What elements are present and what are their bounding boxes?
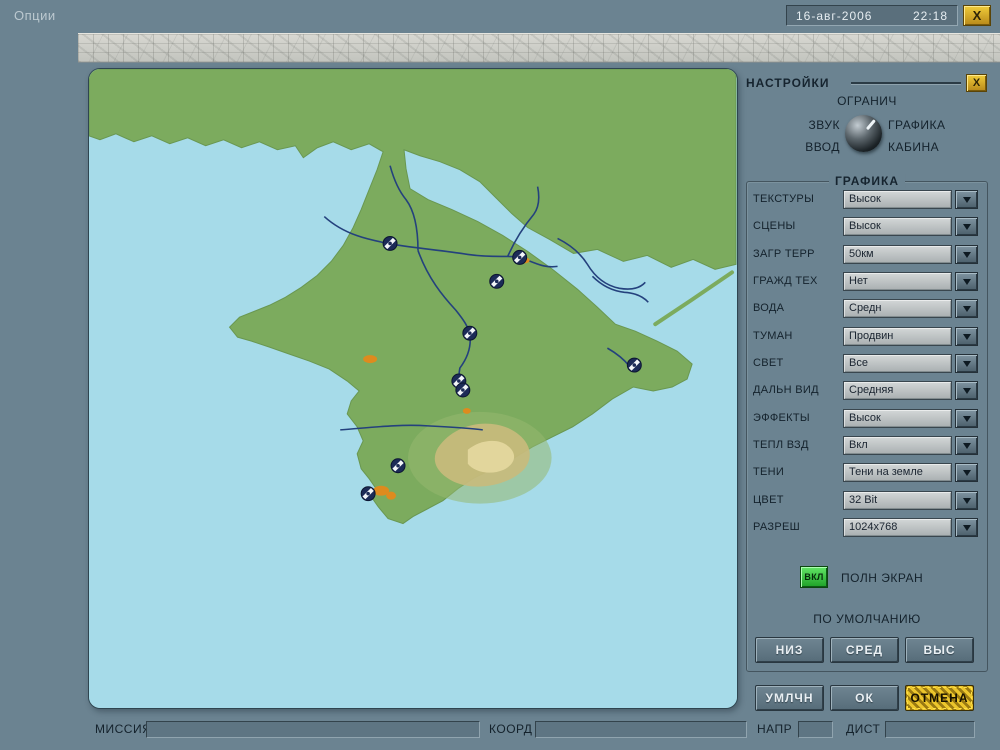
category-knob[interactable] xyxy=(845,115,882,152)
mission-input[interactable] xyxy=(146,721,480,738)
chevron-down-icon[interactable] xyxy=(955,327,978,346)
chevron-down-icon[interactable] xyxy=(955,190,978,209)
graphics-group-title: ГРАФИКА xyxy=(829,174,905,188)
chevron-down-icon[interactable] xyxy=(955,299,978,318)
settings-header-rule xyxy=(851,82,961,84)
fullscreen-label: ПОЛН ЭКРАН xyxy=(841,571,923,585)
dropdown-value[interactable]: Тени на земле xyxy=(843,463,952,482)
knob-option-limits[interactable]: ОГРАНИЧ xyxy=(746,94,988,108)
date-text: 16-авг-2006 xyxy=(796,9,872,23)
time-text: 22:18 xyxy=(913,9,948,23)
distance-label: ДИСТ xyxy=(846,722,880,736)
close-button[interactable]: X xyxy=(963,5,991,26)
option-label: ЭФФЕКТЫ xyxy=(753,412,810,424)
dropdown-value[interactable]: 32 Bit xyxy=(843,491,952,510)
option-label: ВОДА xyxy=(753,302,784,314)
dropdown-value[interactable]: Высок xyxy=(843,217,952,236)
defaults-button[interactable]: УМЛЧН xyxy=(755,685,824,711)
option-label: ТЕКСТУРЫ xyxy=(753,193,814,205)
option-row-heat-haze: ТЕПЛ ВЗД Вкл xyxy=(746,436,988,455)
defaults-label: ПО УМОЛЧАНИЮ xyxy=(746,612,988,626)
crimea-map xyxy=(89,69,737,708)
airfield-marker xyxy=(490,274,504,288)
option-row-water: ВОДА Средн xyxy=(746,299,988,318)
airfield-marker xyxy=(391,459,405,473)
settings-header: НАСТРОЙКИ xyxy=(746,76,829,90)
option-row-scenes: СЦЕНЫ Высок xyxy=(746,217,988,236)
option-label: ЦВЕТ xyxy=(753,494,784,506)
cancel-button[interactable]: ОТМЕНА xyxy=(905,685,974,711)
option-label: СВЕТ xyxy=(753,357,784,369)
chevron-down-icon[interactable] xyxy=(955,217,978,236)
option-label: ТУМАН xyxy=(753,330,793,342)
option-label: ТЕНИ xyxy=(753,466,784,478)
option-row-color-depth: ЦВЕТ 32 Bit xyxy=(746,491,988,510)
airfield-marker xyxy=(627,358,641,372)
dropdown-value[interactable]: Нет xyxy=(843,272,952,291)
knob-option-cockpit[interactable]: КАБИНА xyxy=(888,140,939,154)
coord-label: КООРД xyxy=(489,722,532,736)
map-texture-strip xyxy=(78,33,1000,63)
map-preview xyxy=(88,68,738,709)
option-row-textures: ТЕКСТУРЫ Высок xyxy=(746,190,988,209)
knob-pointer xyxy=(866,119,876,130)
dropdown-value[interactable]: Все xyxy=(843,354,952,373)
window-title: Опции xyxy=(14,8,56,23)
heading-label: НАПР xyxy=(757,722,792,736)
chevron-down-icon[interactable] xyxy=(955,409,978,428)
option-row-effects: ЭФФЕКТЫ Высок xyxy=(746,409,988,428)
dropdown-value[interactable]: 50км xyxy=(843,245,952,264)
preset-low-button[interactable]: НИЗ xyxy=(755,637,824,663)
settings-close-button[interactable]: X xyxy=(966,74,987,92)
dropdown-value[interactable]: 1024x768 xyxy=(843,518,952,537)
chevron-down-icon[interactable] xyxy=(955,463,978,482)
chevron-down-icon[interactable] xyxy=(955,354,978,373)
chevron-down-icon[interactable] xyxy=(955,491,978,510)
dropdown-value[interactable]: Высок xyxy=(843,409,952,428)
chevron-down-icon[interactable] xyxy=(955,518,978,537)
chevron-down-icon[interactable] xyxy=(955,381,978,400)
options-screen: Опции 16-авг-2006 22:18 X xyxy=(0,0,1000,750)
airfield-marker xyxy=(513,250,527,264)
chevron-down-icon[interactable] xyxy=(955,272,978,291)
option-label: СЦЕНЫ xyxy=(753,220,796,232)
dropdown-value[interactable]: Средняя xyxy=(843,381,952,400)
option-label: ДАЛЬН ВИД xyxy=(753,384,819,396)
option-label: ЗАГР ТЕРР xyxy=(753,248,815,260)
preset-high-button[interactable]: ВЫС xyxy=(905,637,974,663)
chevron-down-icon[interactable] xyxy=(955,245,978,264)
option-row-civilian-tech: ГРАЖД ТЕХ Нет xyxy=(746,272,988,291)
option-row-visibility: ДАЛЬН ВИД Средняя xyxy=(746,381,988,400)
airfield-marker xyxy=(361,487,375,501)
ok-button[interactable]: ОК xyxy=(830,685,899,711)
option-label: ТЕПЛ ВЗД xyxy=(753,439,809,451)
preset-medium-button[interactable]: СРЕД xyxy=(830,637,899,663)
airfield-marker xyxy=(456,383,470,397)
option-row-shadows: ТЕНИ Тени на земле xyxy=(746,463,988,482)
close-icon: X xyxy=(973,8,982,23)
dropdown-value[interactable]: Вкл xyxy=(843,436,952,455)
option-row-light: СВЕТ Все xyxy=(746,354,988,373)
dropdown-value[interactable]: Средн xyxy=(843,299,952,318)
datetime-display: 16-авг-2006 22:18 xyxy=(786,5,958,26)
knob-option-sound[interactable]: ЗВУК xyxy=(778,118,840,132)
chevron-down-icon[interactable] xyxy=(955,436,978,455)
airfield-marker xyxy=(383,236,397,250)
option-label: ГРАЖД ТЕХ xyxy=(753,275,818,287)
distance-input[interactable] xyxy=(885,721,975,738)
heading-input[interactable] xyxy=(798,721,833,738)
option-row-fog: ТУМАН Продвин xyxy=(746,327,988,346)
knob-option-input[interactable]: ВВОД xyxy=(778,140,840,154)
mission-label: МИССИЯ xyxy=(95,722,151,736)
dropdown-value[interactable]: Продвин xyxy=(843,327,952,346)
fullscreen-toggle[interactable]: ВКЛ xyxy=(800,566,828,588)
knob-option-graphics[interactable]: ГРАФИКА xyxy=(888,118,946,132)
coord-input[interactable] xyxy=(535,721,747,738)
airfield-marker xyxy=(463,326,477,340)
dropdown-value[interactable]: Высок xyxy=(843,190,952,209)
option-label: РАЗРЕШ xyxy=(753,521,800,533)
option-row-resolution: РАЗРЕШ 1024x768 xyxy=(746,518,988,537)
option-row-terrain-load: ЗАГР ТЕРР 50км xyxy=(746,245,988,264)
close-icon: X xyxy=(973,77,980,89)
